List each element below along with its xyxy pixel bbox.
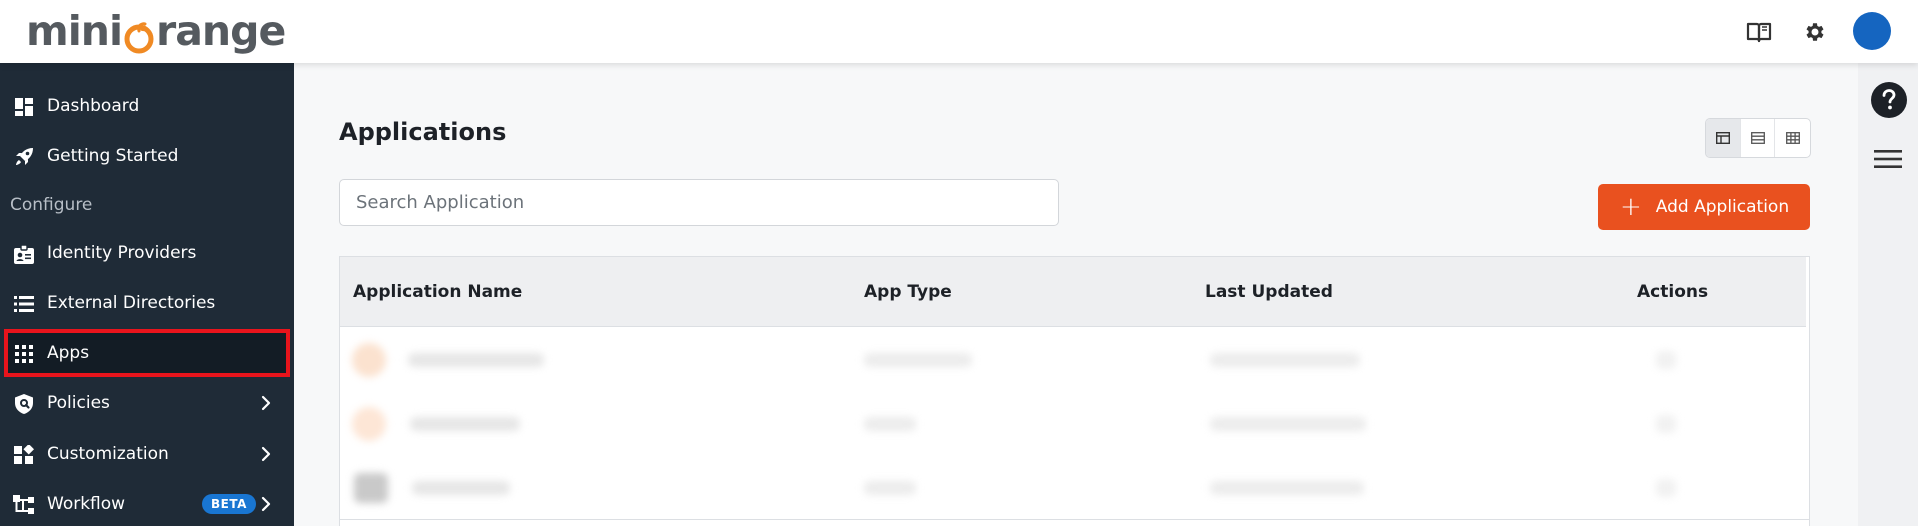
dashboard-icon xyxy=(13,96,35,118)
brand-logo[interactable]: mini range xyxy=(26,7,286,55)
add-application-label: Add Application xyxy=(1655,197,1790,217)
sidebar-item-label: Apps xyxy=(47,343,90,363)
table-header: Application Name App Type Last Updated A… xyxy=(340,257,1806,327)
view-toggle xyxy=(1705,118,1811,158)
sidebar-item-identity-providers[interactable]: Identity Providers xyxy=(0,229,294,277)
app-type-redacted xyxy=(864,481,916,495)
chevron-right-icon xyxy=(260,495,272,518)
column-header-last-updated[interactable]: Last Updated xyxy=(1205,282,1333,302)
sidebar-item-label: External Directories xyxy=(47,293,216,313)
chevron-right-icon xyxy=(260,394,272,417)
column-header-app-type[interactable]: App Type xyxy=(864,282,952,302)
column-header-application-name[interactable]: Application Name xyxy=(353,282,522,302)
sidebar-item-dashboard[interactable]: Dashboard xyxy=(0,82,294,130)
app-name-redacted xyxy=(408,353,544,367)
sidebar-item-getting-started[interactable]: Getting Started xyxy=(0,132,294,180)
workflow-icon xyxy=(13,494,35,516)
sidebar-item-apps[interactable]: Apps xyxy=(4,329,290,377)
hamburger-menu-icon[interactable] xyxy=(1872,143,1904,175)
add-application-button[interactable]: + Add Application xyxy=(1598,184,1810,230)
last-updated-redacted xyxy=(1210,353,1360,367)
last-updated-redacted xyxy=(1210,481,1364,495)
gear-icon[interactable] xyxy=(1799,16,1831,48)
sidebar-item-label: Getting Started xyxy=(47,146,179,166)
grid-view-icon[interactable] xyxy=(1775,119,1810,157)
app-type-redacted xyxy=(864,353,972,367)
sidebar-section-configure: Configure xyxy=(10,195,93,215)
card-view-icon[interactable] xyxy=(1706,119,1741,157)
table-row[interactable] xyxy=(340,327,1809,391)
id-badge-icon xyxy=(13,243,35,265)
last-updated-redacted xyxy=(1210,417,1366,431)
grid-icon xyxy=(13,343,35,365)
widgets-icon xyxy=(13,444,35,466)
list-icon xyxy=(13,293,35,315)
sidebar-item-external-directories[interactable]: External Directories xyxy=(0,279,294,327)
sidebar-item-policies[interactable]: Policies xyxy=(0,379,294,427)
row-actions-icon[interactable] xyxy=(1656,479,1676,497)
row-actions-icon[interactable] xyxy=(1656,351,1676,369)
table-divider xyxy=(340,519,1809,520)
sidebar-item-label: Policies xyxy=(47,393,110,413)
top-bar: mini range xyxy=(0,0,1918,63)
orange-o-icon xyxy=(123,17,155,54)
applications-table: Application Name App Type Last Updated A… xyxy=(339,256,1810,526)
app-type-redacted xyxy=(864,417,916,431)
row-actions-icon[interactable] xyxy=(1656,415,1676,433)
table-row[interactable] xyxy=(340,391,1809,455)
table-row[interactable] xyxy=(340,455,1809,519)
sidebar-item-label: Dashboard xyxy=(47,96,140,116)
app-logo xyxy=(352,407,386,441)
beta-badge: BETA xyxy=(202,494,256,514)
sidebar-item-label: Identity Providers xyxy=(47,243,197,263)
app-name-redacted xyxy=(410,417,520,431)
rocket-icon xyxy=(13,146,35,168)
book-icon[interactable] xyxy=(1743,16,1775,48)
app-logo xyxy=(354,473,388,503)
user-avatar[interactable] xyxy=(1853,12,1891,50)
help-icon[interactable] xyxy=(1871,82,1907,118)
app-name-redacted xyxy=(412,481,510,495)
search-application-input[interactable] xyxy=(339,179,1059,226)
right-rail xyxy=(1858,63,1918,526)
page-title: Applications xyxy=(339,118,507,146)
plus-icon: + xyxy=(1620,192,1642,222)
sidebar-item-label: Workflow xyxy=(47,494,126,514)
sidebar: Dashboard Getting Started Configure Iden… xyxy=(0,63,294,526)
app-logo xyxy=(352,343,386,377)
shield-icon xyxy=(13,393,35,415)
chevron-right-icon xyxy=(260,445,272,468)
sidebar-item-label: Customization xyxy=(47,444,169,464)
sidebar-item-customization[interactable]: Customization xyxy=(0,430,294,478)
list-view-icon[interactable] xyxy=(1741,119,1776,157)
sidebar-item-workflow[interactable]: Workflow BETA xyxy=(0,480,294,526)
column-header-actions: Actions xyxy=(1637,282,1709,302)
